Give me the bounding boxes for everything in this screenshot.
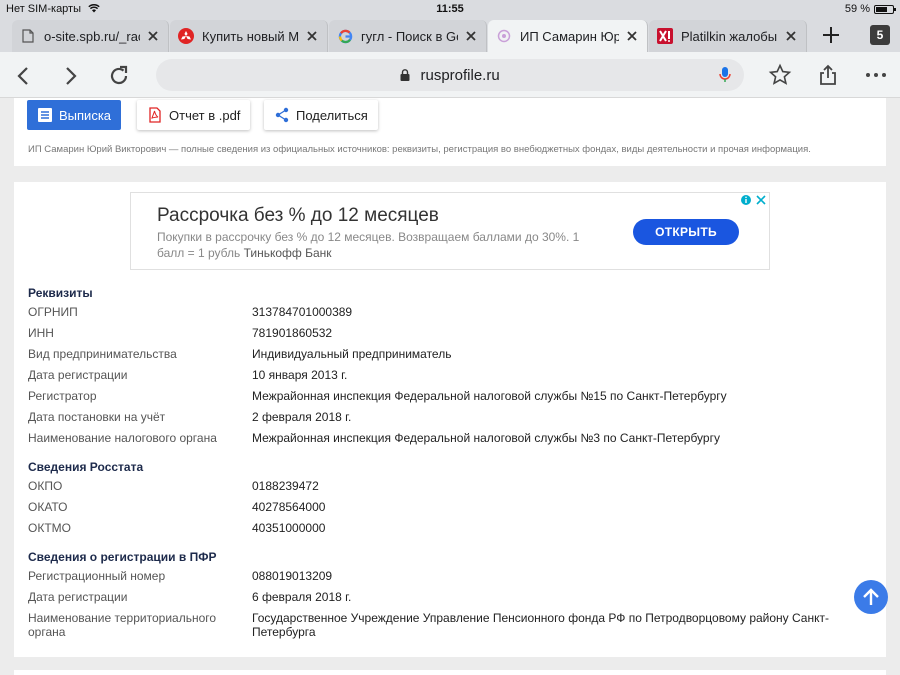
share-page-button[interactable]: Поделиться [264, 100, 378, 130]
mitsubishi-icon [178, 28, 194, 44]
close-tab-icon[interactable] [784, 29, 798, 43]
new-tab-icon[interactable] [820, 24, 842, 46]
address-bar[interactable]: rusprofile.ru [156, 59, 744, 91]
ad-info-icon[interactable] [740, 194, 752, 206]
tab-title: o-site.spb.ru/_race [44, 28, 140, 44]
scroll-to-top-button[interactable] [854, 580, 888, 614]
forward-icon[interactable] [58, 64, 82, 88]
ad-choices[interactable] [740, 194, 767, 206]
pdf-icon [149, 107, 161, 123]
status-bar: Нет SIM-карты 11:55 59 % [0, 0, 900, 18]
share-nodes-icon [275, 107, 289, 123]
platilkin-icon [657, 28, 673, 44]
ad-brand: Тинькофф Банк [243, 246, 332, 260]
tab-title: Купить новый Mit [202, 28, 299, 44]
extract-list-icon [38, 108, 52, 122]
document-icon [20, 28, 36, 44]
close-tab-icon[interactable] [625, 29, 639, 43]
tab-title: гугл - Поиск в Go [361, 28, 458, 44]
clock: 11:55 [436, 3, 464, 15]
google-icon [337, 28, 353, 44]
actions-card: Выписка Отчет в .pdf Поделиться ИП Самар… [14, 98, 886, 166]
tab-strip: o-site.spb.ru/_race Купить новый Mit гуг… [0, 18, 900, 52]
pdf-report-button[interactable]: Отчет в .pdf [137, 100, 251, 130]
page-description: ИП Самарин Юрий Викторович — полные свед… [28, 144, 811, 155]
arrow-up-icon [863, 588, 879, 605]
section-title-rosstat: Сведения Росстата [28, 460, 144, 474]
ad-close-icon[interactable] [755, 194, 767, 206]
microphone-icon[interactable] [718, 66, 732, 84]
page-content: Выписка Отчет в .pdf Поделиться ИП Самар… [0, 98, 900, 675]
battery-icon [874, 4, 896, 14]
ad-text: Покупки в рассрочку без % до 12 месяцев.… [157, 230, 580, 260]
ad-banner[interactable]: Рассрочка без % до 12 месяцев Покупки в … [130, 192, 770, 270]
next-card-edge [14, 670, 886, 675]
more-menu-icon[interactable] [864, 63, 888, 87]
tab-rusprofile[interactable]: ИП Самарин Юри [488, 20, 648, 52]
lock-icon [400, 69, 410, 81]
ad-open-button[interactable]: ОТКРЫТЬ [633, 219, 739, 245]
close-tab-icon[interactable] [146, 29, 160, 43]
extract-button[interactable]: Выписка [27, 100, 122, 130]
section-title-requisites: Реквизиты [28, 286, 93, 300]
details-card: Рассрочка без % до 12 месяцев Покупки в … [14, 182, 886, 657]
tab-platilkin[interactable]: Platilkin жалобы [649, 20, 807, 52]
reload-icon[interactable] [107, 64, 131, 88]
close-tab-icon[interactable] [305, 29, 319, 43]
back-icon[interactable] [12, 64, 36, 88]
tab-title: Platilkin жалобы [681, 28, 778, 44]
share-icon[interactable] [816, 63, 840, 87]
url-text: rusprofile.ru [156, 67, 744, 84]
rusprofile-icon [496, 28, 512, 44]
battery-indicator: 59 % [845, 3, 896, 15]
browser-toolbar: rusprofile.ru [0, 52, 900, 98]
bookmark-star-icon[interactable] [768, 63, 792, 87]
tab-title: ИП Самарин Юри [520, 28, 619, 44]
close-tab-icon[interactable] [464, 29, 478, 43]
tab-mitsubishi[interactable]: Купить новый Mit [170, 20, 328, 52]
tab-o-site[interactable]: o-site.spb.ru/_race [12, 20, 169, 52]
section-title-pfr: Сведения о регистрации в ПФР [28, 550, 217, 564]
ad-title: Рассрочка без % до 12 месяцев [157, 205, 439, 226]
tab-google-search[interactable]: гугл - Поиск в Go [329, 20, 487, 52]
tab-count-badge[interactable]: 5 [870, 25, 890, 45]
